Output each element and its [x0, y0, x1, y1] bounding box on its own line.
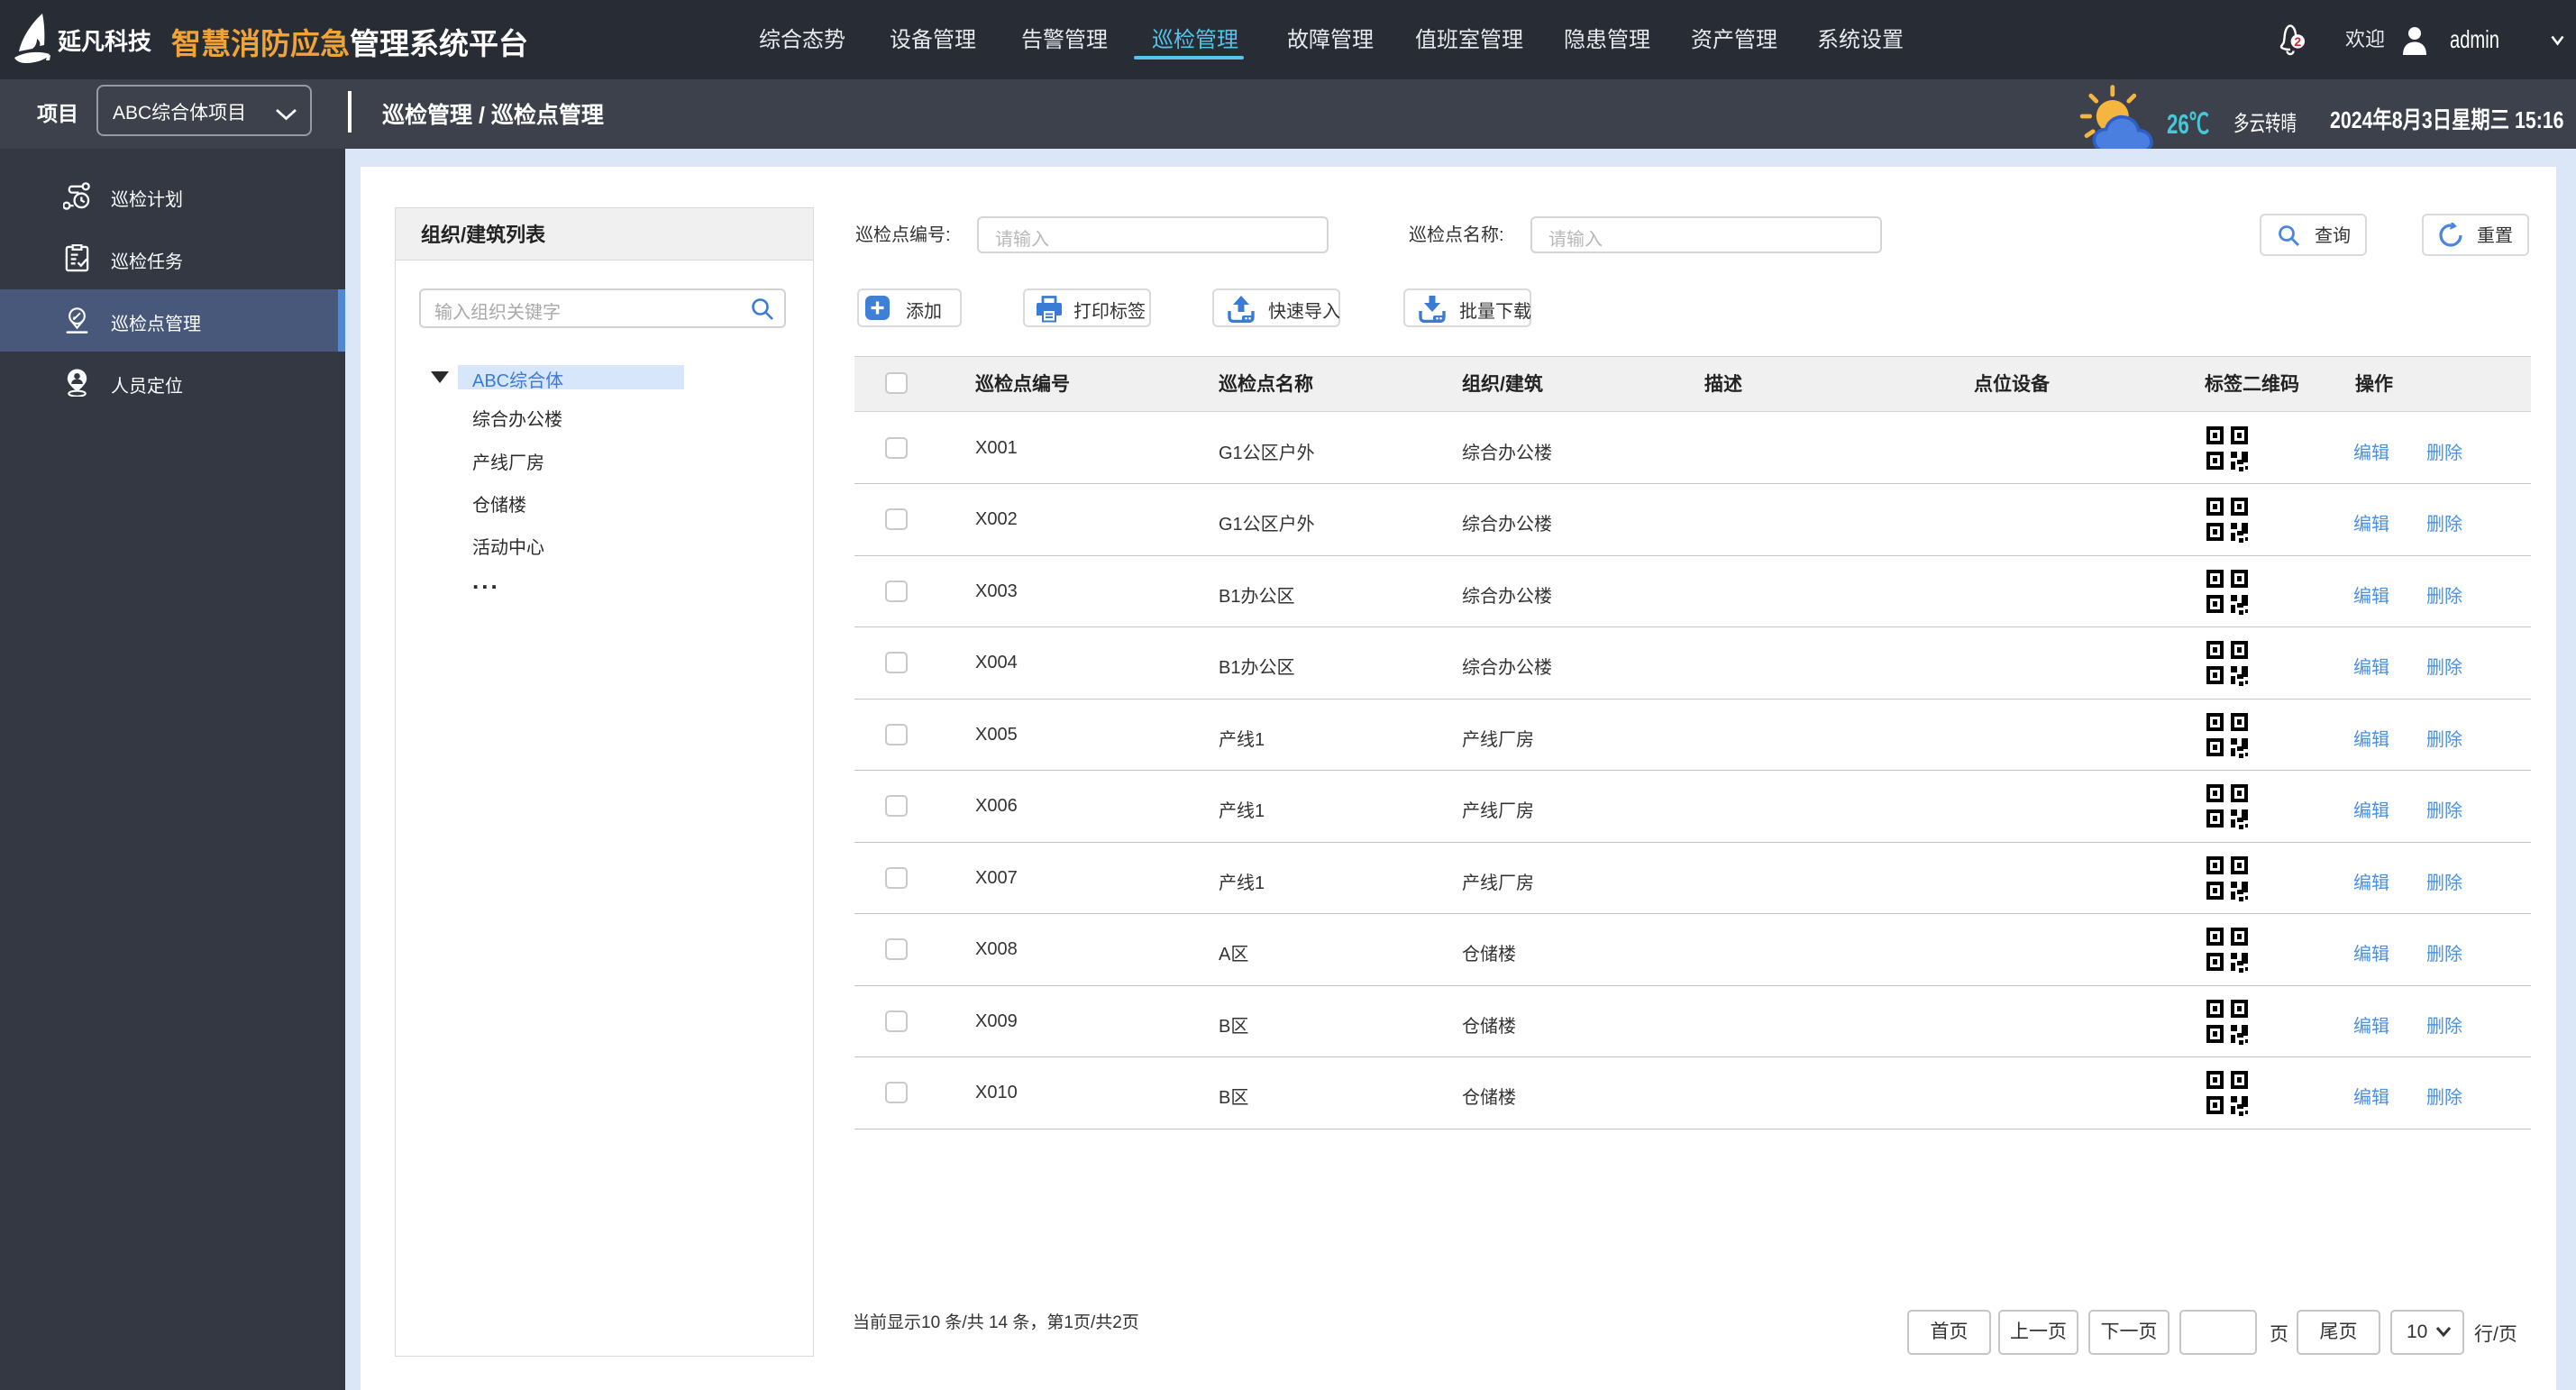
svg-text:2: 2	[2294, 34, 2301, 49]
